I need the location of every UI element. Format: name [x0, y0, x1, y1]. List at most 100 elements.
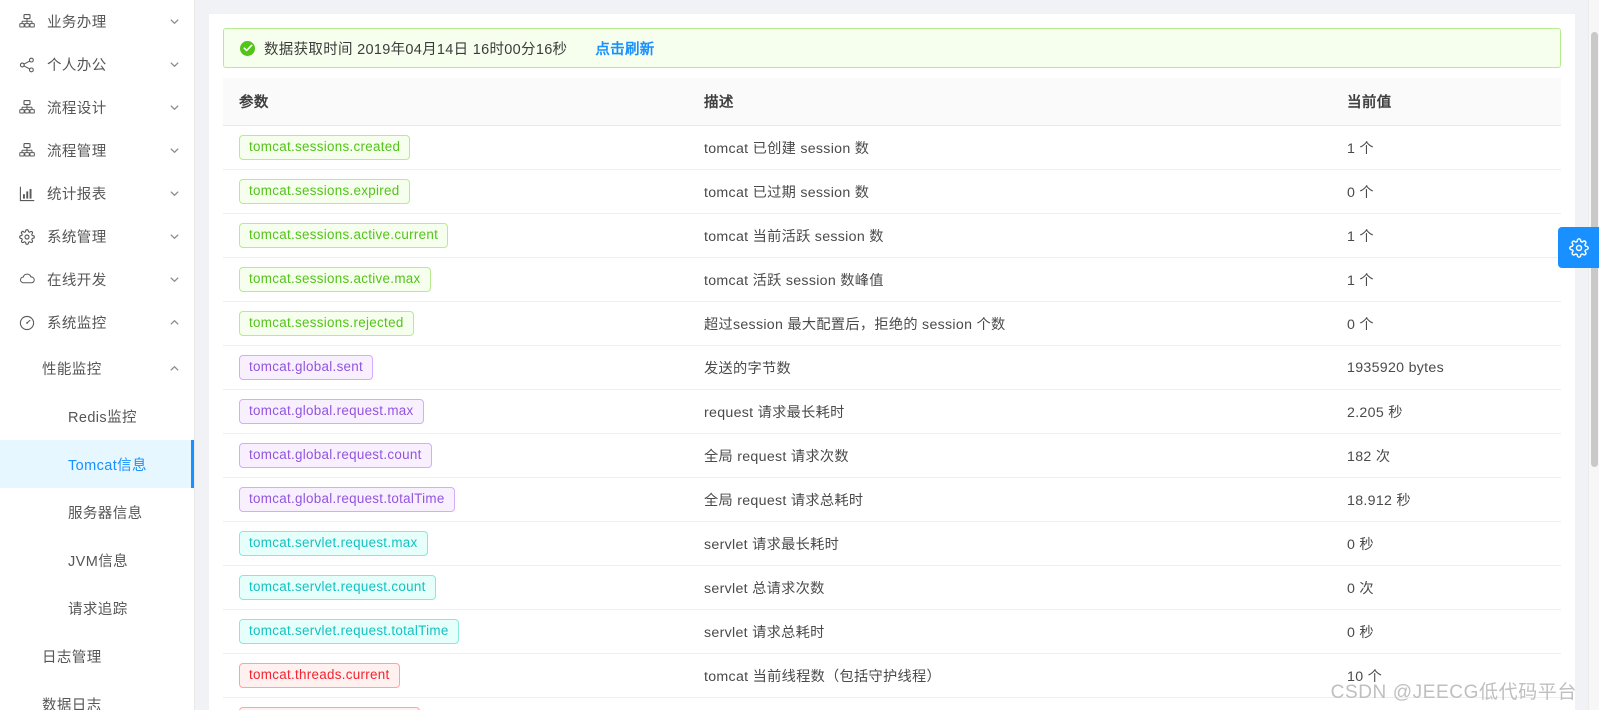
sidebar-subitem-8[interactable]: 数据日志	[0, 680, 194, 710]
sidebar-subitem-1[interactable]: 性能监控	[0, 344, 194, 392]
sidebar-subitem-label: 数据日志	[42, 694, 180, 710]
cell-value: 10 个	[1331, 654, 1561, 698]
sidebar-item-label: 统计报表	[47, 183, 168, 204]
chevron-down-icon[interactable]	[168, 188, 180, 200]
cell-desc: tomcat 当前活跃 session 数	[688, 214, 1331, 258]
content-panel: 数据获取时间 2019年04月14日 16时00分16秒 点击刷新 参数 描述 …	[209, 14, 1575, 710]
sidebar-item-label: 流程设计	[47, 97, 168, 118]
param-tag[interactable]: tomcat.threads.current	[239, 663, 400, 688]
settings-float-button[interactable]	[1558, 227, 1599, 268]
cell-desc: tomcat 已创建 session 数	[688, 126, 1331, 170]
chevron-up-icon[interactable]	[168, 362, 180, 374]
table-row: tomcat.servlet.request.totalTime servlet …	[223, 610, 1561, 654]
cluster-icon	[18, 142, 36, 160]
cell-param: tomcat.sessions.expired	[223, 170, 688, 214]
sidebar-item-7[interactable]: 在线开发	[0, 258, 194, 301]
sidebar-item-6[interactable]: 系统管理	[0, 215, 194, 258]
sidebar-item-label: 业务办理	[47, 11, 168, 32]
sidebar-item-5[interactable]: 统计报表	[0, 172, 194, 215]
param-tag[interactable]: tomcat.sessions.active.max	[239, 267, 431, 292]
param-tag[interactable]: tomcat.global.sent	[239, 355, 373, 380]
sidebar-subitem-3[interactable]: Tomcat信息	[0, 440, 194, 488]
check-circle-icon	[240, 41, 255, 56]
sidebar-item-label: 在线开发	[47, 269, 168, 290]
table-row: tomcat.servlet.request.countservlet 总请求次…	[223, 566, 1561, 610]
cell-value: 0 秒	[1331, 522, 1561, 566]
param-tag[interactable]: tomcat.global.request.max	[239, 399, 424, 424]
chevron-down-icon[interactable]	[168, 102, 180, 114]
table-row: tomcat.sessions.created tomcat 已创建 sessio…	[223, 126, 1561, 170]
param-tag[interactable]: tomcat.global.request.totalTime	[239, 487, 455, 512]
page-scrollbar[interactable]	[1588, 0, 1599, 710]
cell-value: 1 个	[1331, 126, 1561, 170]
sidebar-item-4[interactable]: 流程管理	[0, 129, 194, 172]
chevron-up-icon[interactable]	[168, 317, 180, 329]
gear-icon	[1569, 238, 1589, 258]
cell-param: tomcat.sessions.active.max	[223, 258, 688, 302]
sidebar-subitem-7[interactable]: 日志管理	[0, 632, 194, 680]
cell-desc: 全局 request 请求次数	[688, 434, 1331, 478]
param-tag[interactable]: tomcat.sessions.rejected	[239, 311, 414, 336]
chevron-down-icon[interactable]	[168, 16, 180, 28]
cell-value: 2.205 秒	[1331, 390, 1561, 434]
cell-desc: 超过session 最大配置后，拒绝的 session 个数	[688, 302, 1331, 346]
alert-text: 数据获取时间 2019年04月14日 16时00分16秒	[264, 38, 567, 59]
table-row: tomcat.global.sent发送的字节数1935920 bytes	[223, 346, 1561, 390]
gear-icon	[18, 228, 36, 246]
cell-desc: tomcat 已过期 session 数	[688, 170, 1331, 214]
sidebar-menu: 业务办理个人办公流程设计流程管理统计报表系统管理在线开发系统监控	[0, 0, 194, 344]
param-tag[interactable]: tomcat.servlet.request.totalTime	[239, 619, 459, 644]
chevron-down-icon[interactable]	[168, 59, 180, 71]
sidebar-subitem-label: 日志管理	[42, 646, 180, 667]
sidebar-item-3[interactable]: 流程设计	[0, 86, 194, 129]
table-row: tomcat.sessions.expired tomcat 已过期 sessio…	[223, 170, 1561, 214]
table-row: tomcat.servlet.request.maxservlet 请求最长耗时…	[223, 522, 1561, 566]
sidebar-item-2[interactable]: 个人办公	[0, 43, 194, 86]
sidebar-item-label: 系统管理	[47, 226, 168, 247]
chevron-down-icon[interactable]	[168, 145, 180, 157]
cloud-icon	[18, 271, 36, 289]
data-fetch-alert: 数据获取时间 2019年04月14日 16时00分16秒 点击刷新	[223, 28, 1561, 68]
chevron-down-icon[interactable]	[168, 274, 180, 286]
cell-desc: tomcat 当前线程数（包括守护线程）	[688, 654, 1331, 698]
cell-desc: 全局 request 请求总耗时	[688, 478, 1331, 522]
refresh-link[interactable]: 点击刷新	[595, 38, 654, 59]
cluster-icon	[18, 99, 36, 117]
column-header-value: 当前值	[1331, 78, 1561, 126]
cell-param: tomcat.sessions.active.current	[223, 214, 688, 258]
sidebar-item-8[interactable]: 系统监控	[0, 301, 194, 344]
sidebar-item-label: 流程管理	[47, 140, 168, 161]
cell-value: 1 个	[1331, 214, 1561, 258]
cell-value: 200 个	[1331, 698, 1561, 710]
sidebar-subitem-5[interactable]: JVM信息	[0, 536, 194, 584]
param-tag[interactable]: tomcat.servlet.request.count	[239, 575, 436, 600]
param-tag[interactable]: tomcat.sessions.active.current	[239, 223, 448, 248]
cell-param: tomcat.global.request.totalTime	[223, 478, 688, 522]
cell-value: 1 个	[1331, 258, 1561, 302]
sidebar-subitem-2[interactable]: Redis监控	[0, 392, 194, 440]
column-header-desc: 描述	[688, 78, 1331, 126]
cell-param: tomcat.threads.configMax	[223, 698, 688, 710]
cell-param: tomcat.global.request.max	[223, 390, 688, 434]
sidebar-item-1[interactable]: 业务办理	[0, 0, 194, 43]
table-head: 参数 描述 当前值	[223, 78, 1561, 126]
param-tag[interactable]: tomcat.sessions.expired	[239, 179, 410, 204]
app-root: 业务办理个人办公流程设计流程管理统计报表系统管理在线开发系统监控 性能监控Red…	[0, 0, 1599, 710]
sidebar-subitem-4[interactable]: 服务器信息	[0, 488, 194, 536]
chevron-down-icon[interactable]	[168, 231, 180, 243]
table-row: tomcat.global.request.maxrequest 请求最长耗时2…	[223, 390, 1561, 434]
param-tag[interactable]: tomcat.servlet.request.max	[239, 531, 428, 556]
table-row: tomcat.global.request.count 全局 request 请求…	[223, 434, 1561, 478]
sidebar-item-label: 个人办公	[47, 54, 168, 75]
cell-value: 0 次	[1331, 566, 1561, 610]
param-tag[interactable]: tomcat.global.request.count	[239, 443, 432, 468]
param-tag[interactable]: tomcat.sessions.created	[239, 135, 410, 160]
cell-param: tomcat.threads.current	[223, 654, 688, 698]
dashboard-icon	[18, 314, 36, 332]
sidebar: 业务办理个人办公流程设计流程管理统计报表系统管理在线开发系统监控 性能监控Red…	[0, 0, 195, 710]
cell-desc: servlet 请求总耗时	[688, 610, 1331, 654]
sidebar-subitem-6[interactable]: 请求追踪	[0, 584, 194, 632]
table-row: tomcat.sessions.rejected 超过session 最大配置后，…	[223, 302, 1561, 346]
cluster-icon	[18, 13, 36, 31]
tomcat-metrics-table: 参数 描述 当前值 tomcat.sessions.created tomcat …	[223, 78, 1561, 710]
